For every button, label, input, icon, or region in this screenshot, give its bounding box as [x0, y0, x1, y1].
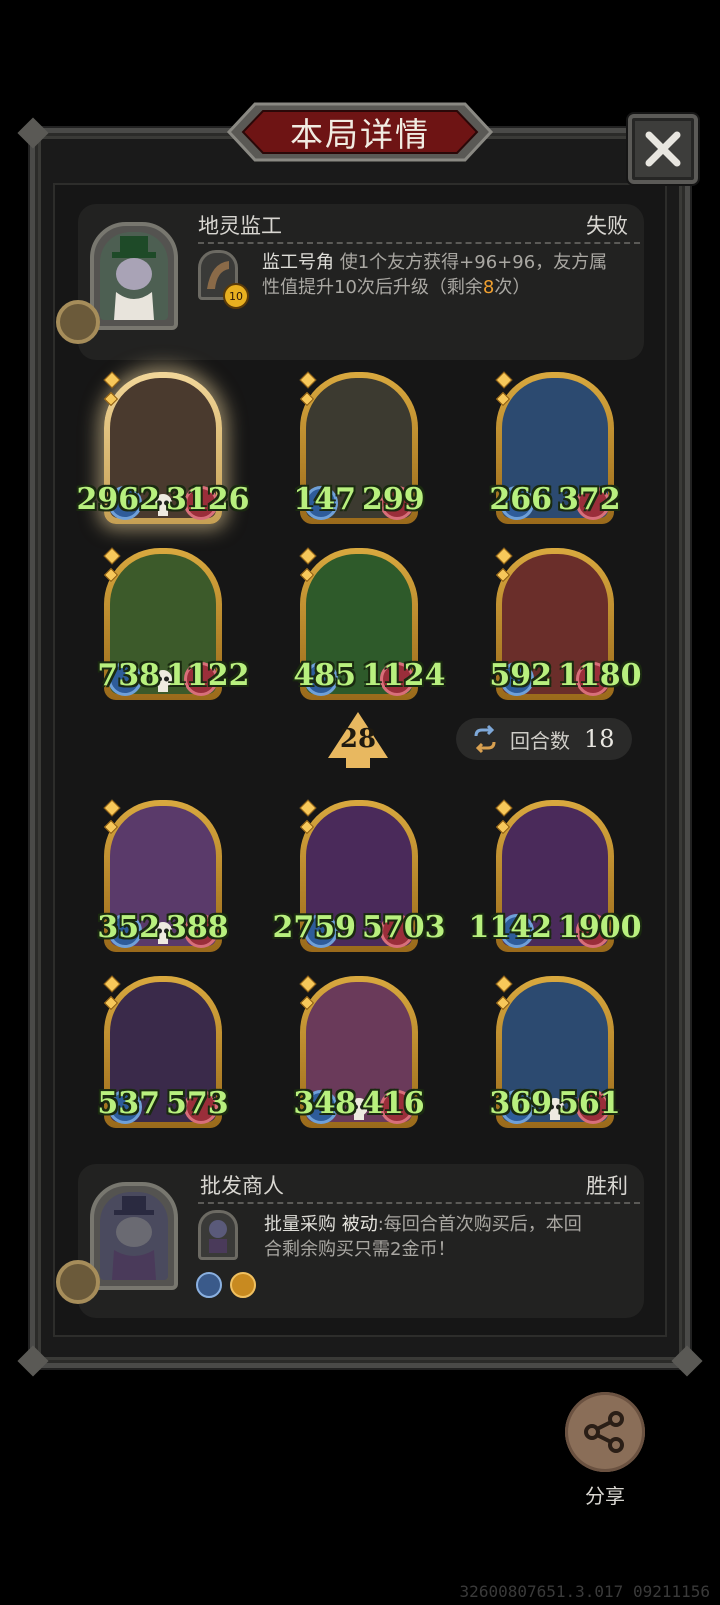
unit-attack: 592	[489, 658, 552, 693]
round-value: 18	[584, 725, 615, 753]
player-skill-desc-line2: 合剩余购买只需2金币！	[264, 1239, 456, 1260]
round-label: 回合数	[510, 728, 570, 753]
unit-health: 1124	[362, 658, 446, 693]
unit-attack: 147	[293, 482, 356, 517]
opponent-medal	[56, 300, 100, 344]
unit-card[interactable]: 369 561	[489, 975, 621, 1128]
player-medal	[56, 1260, 100, 1304]
unit-card[interactable]: 592 1180	[489, 547, 642, 700]
opponent-skill-desc-line2a: 性值提升10次后升级（剩余	[262, 277, 483, 298]
star-gem-icon	[103, 799, 121, 817]
player-skill-icon[interactable]	[198, 1210, 238, 1260]
unit-card[interactable]: 2962 3126	[77, 371, 250, 524]
unit-health: 372	[558, 482, 621, 517]
page-title: 本局详情	[290, 115, 430, 154]
skill-level-badge: 10	[223, 283, 249, 309]
unit-attack: 485	[293, 658, 356, 693]
share-button[interactable]	[565, 1392, 645, 1472]
opponent-avatar[interactable]	[90, 222, 178, 330]
opponent-skill-desc: 监工号角 使1个友方获得+96+96，友方属 性值提升10次后升级（剩余8次）	[262, 250, 632, 300]
divider	[198, 242, 640, 244]
unit-attack: 537	[97, 1086, 160, 1121]
unit-attack: 2759	[272, 910, 357, 945]
close-icon	[645, 131, 681, 167]
unit-card[interactable]: 738 1122	[97, 547, 250, 700]
title-plaque: 本局详情	[225, 100, 495, 164]
player-name: 批发商人	[200, 1174, 284, 1198]
unit-health: 561	[558, 1086, 621, 1121]
unit-attack: 352	[97, 910, 160, 945]
unit-health: 1180	[558, 658, 642, 693]
unit-attack: 348	[293, 1086, 356, 1121]
unit-health: 388	[166, 910, 229, 945]
star-gem-icon	[103, 371, 121, 389]
unit-attack: 266	[489, 482, 552, 517]
unit-card[interactable]: 485 1124	[293, 547, 446, 700]
unit-attack: 738	[97, 658, 160, 693]
close-button[interactable]	[628, 114, 698, 184]
level-value: 28	[339, 724, 377, 754]
star-gem-icon	[299, 799, 317, 817]
unit-attack: 369	[489, 1086, 552, 1121]
sword-badge-icon[interactable]	[196, 1272, 222, 1298]
share-label: 分享	[585, 1484, 625, 1508]
unit-health: 1122	[166, 658, 250, 693]
opponent-skill-desc-line1: 使1个友方获得+96+96，友方属	[339, 252, 608, 273]
star-gem-icon	[495, 547, 513, 565]
opponent-skill-desc-line2c: 次）	[494, 277, 531, 298]
opponent-skill-icon[interactable]: 10	[198, 250, 249, 309]
star-gem-icon	[495, 975, 513, 993]
gold-badge-icon[interactable]	[230, 1272, 256, 1298]
unit-card[interactable]: 348 416	[293, 975, 425, 1128]
share-icon	[584, 1411, 624, 1453]
unit-card[interactable]: 2759 5703	[273, 799, 446, 952]
star-gem-icon	[495, 371, 513, 389]
star-gem-icon	[299, 371, 317, 389]
player-skill-type: 被动	[341, 1214, 378, 1235]
divider	[198, 1202, 640, 1204]
player-skill-desc: 批量采购 被动:每回合首次购买后，本回 合剩余购买只需2金币！	[264, 1212, 634, 1262]
player-skill-name: 批量采购	[264, 1214, 336, 1235]
player-result: 胜利	[586, 1174, 628, 1198]
unit-health: 3126	[166, 482, 250, 517]
star-gem-icon	[299, 547, 317, 565]
unit-card[interactable]: 352 388	[97, 799, 229, 952]
repeat-icon	[474, 724, 496, 754]
star-gem-icon	[495, 799, 513, 817]
unit-card[interactable]: 266 372	[489, 371, 621, 524]
merchant-icon	[209, 1220, 227, 1253]
unit-attack: 2962	[76, 482, 161, 517]
opponent-name: 地灵监工	[198, 214, 282, 238]
opponent-result: 失败	[586, 214, 628, 238]
unit-card[interactable]: 537 573	[97, 975, 229, 1128]
version-text: 32600807651.3.017 09211156	[459, 1582, 710, 1601]
unit-card[interactable]: 147 299	[293, 371, 425, 524]
star-gem-icon	[103, 975, 121, 993]
unit-health: 416	[362, 1086, 425, 1121]
star-gem-icon	[299, 975, 317, 993]
unit-health: 299	[362, 482, 425, 517]
opponent-skill-remaining: 8	[482, 277, 495, 298]
player-skill-desc-line1: :每回合首次购买后，本回	[377, 1214, 582, 1235]
unit-attack: 1142	[468, 910, 553, 945]
round-counter: 回合数 18	[456, 718, 632, 760]
unit-health: 1900	[558, 910, 642, 945]
unit-health: 573	[166, 1086, 229, 1121]
unit-health: 5703	[362, 910, 446, 945]
player-avatar[interactable]	[90, 1182, 178, 1290]
opponent-skill-name: 监工号角	[262, 252, 334, 273]
unit-card[interactable]: 1142 1900	[469, 799, 642, 952]
star-gem-icon	[103, 547, 121, 565]
